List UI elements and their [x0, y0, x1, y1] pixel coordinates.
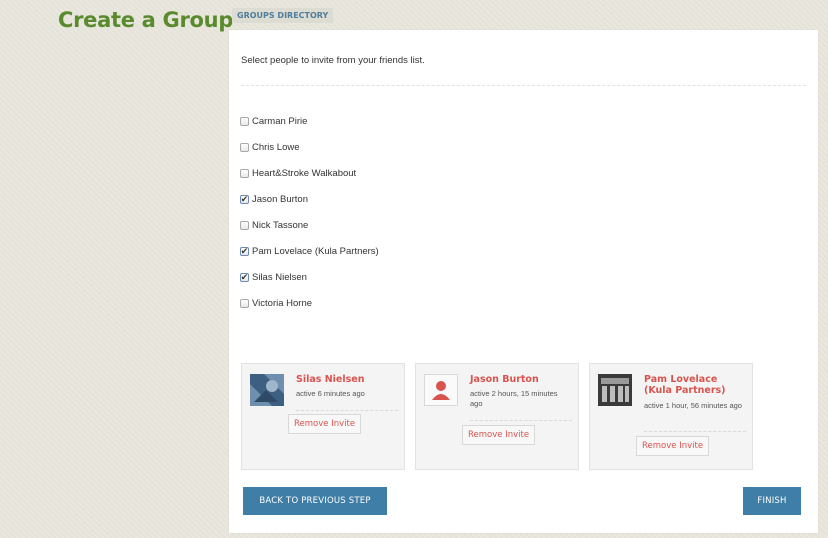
- friend-name: Silas Nielsen: [252, 271, 307, 283]
- invited-activity: active 6 minutes ago: [296, 389, 365, 398]
- invited-card: Silas Nielsen active 6 minutes ago Remov…: [241, 363, 405, 470]
- friend-checkbox[interactable]: ✔: [240, 272, 249, 282]
- invited-name[interactable]: Silas Nielsen: [296, 374, 398, 385]
- invite-instructions: Select people to invite from your friend…: [241, 55, 425, 66]
- finish-button[interactable]: FINISH: [743, 487, 801, 515]
- friend-checkbox[interactable]: [240, 220, 249, 230]
- friend-name: Nick Tassone: [252, 219, 309, 231]
- friend-name: Victoria Horne: [252, 297, 313, 309]
- friend-name: Carman Pirie: [252, 115, 308, 127]
- friend-item[interactable]: ✔ Silas Nielsen: [240, 264, 379, 290]
- friend-name: Pam Lovelace (Kula Partners): [252, 245, 379, 257]
- friend-checkbox[interactable]: [240, 116, 249, 126]
- friend-name: Jason Burton: [252, 193, 308, 205]
- invited-card: Jason Burton active 2 hours, 15 minutes …: [415, 363, 579, 470]
- divider: [470, 420, 572, 421]
- friend-item[interactable]: ✔ Jason Burton: [240, 186, 379, 212]
- remove-invite-button[interactable]: Remove Invite: [288, 414, 362, 434]
- friend-item[interactable]: Heart&Stroke Walkabout: [240, 160, 379, 186]
- friend-item[interactable]: Nick Tassone: [240, 212, 379, 238]
- friend-checkbox[interactable]: ✔: [240, 194, 249, 204]
- avatar: [250, 374, 284, 406]
- friend-item[interactable]: Chris Lowe: [240, 134, 379, 160]
- invited-name[interactable]: Pam Lovelace (Kula Partners): [644, 374, 746, 396]
- divider: [296, 410, 398, 411]
- friend-checkbox[interactable]: [240, 168, 249, 178]
- friend-item[interactable]: ✔ Pam Lovelace (Kula Partners): [240, 238, 379, 264]
- invited-activity: active 1 hour, 56 minutes ago: [644, 401, 742, 410]
- invite-panel: Select people to invite from your friend…: [229, 30, 818, 533]
- friend-checkbox[interactable]: [240, 142, 249, 152]
- friend-name: Heart&Stroke Walkabout: [252, 167, 357, 179]
- groups-directory-tab[interactable]: GROUPS DIRECTORY: [232, 8, 334, 23]
- invited-activity: active 2 hours, 15 minutes ago: [470, 389, 558, 408]
- friend-checkbox[interactable]: ✔: [240, 246, 249, 256]
- invited-name[interactable]: Jason Burton: [470, 374, 572, 385]
- divider: [241, 85, 806, 86]
- friends-list: Carman Pirie Chris Lowe Heart&Stroke Wal…: [240, 108, 379, 316]
- friend-name: Chris Lowe: [252, 141, 300, 153]
- divider: [644, 431, 746, 432]
- friend-checkbox[interactable]: [240, 298, 249, 308]
- remove-invite-button[interactable]: Remove Invite: [636, 436, 710, 456]
- invited-card: Pam Lovelace (Kula Partners) active 1 ho…: [589, 363, 753, 470]
- avatar: [598, 374, 632, 406]
- friend-item[interactable]: Carman Pirie: [240, 108, 379, 134]
- avatar: [424, 374, 458, 406]
- back-to-previous-step-button[interactable]: BACK TO PREVIOUS STEP: [243, 487, 387, 515]
- remove-invite-button[interactable]: Remove Invite: [462, 425, 536, 445]
- friend-item[interactable]: Victoria Horne: [240, 290, 379, 316]
- page-title: Create a Group: [58, 8, 234, 32]
